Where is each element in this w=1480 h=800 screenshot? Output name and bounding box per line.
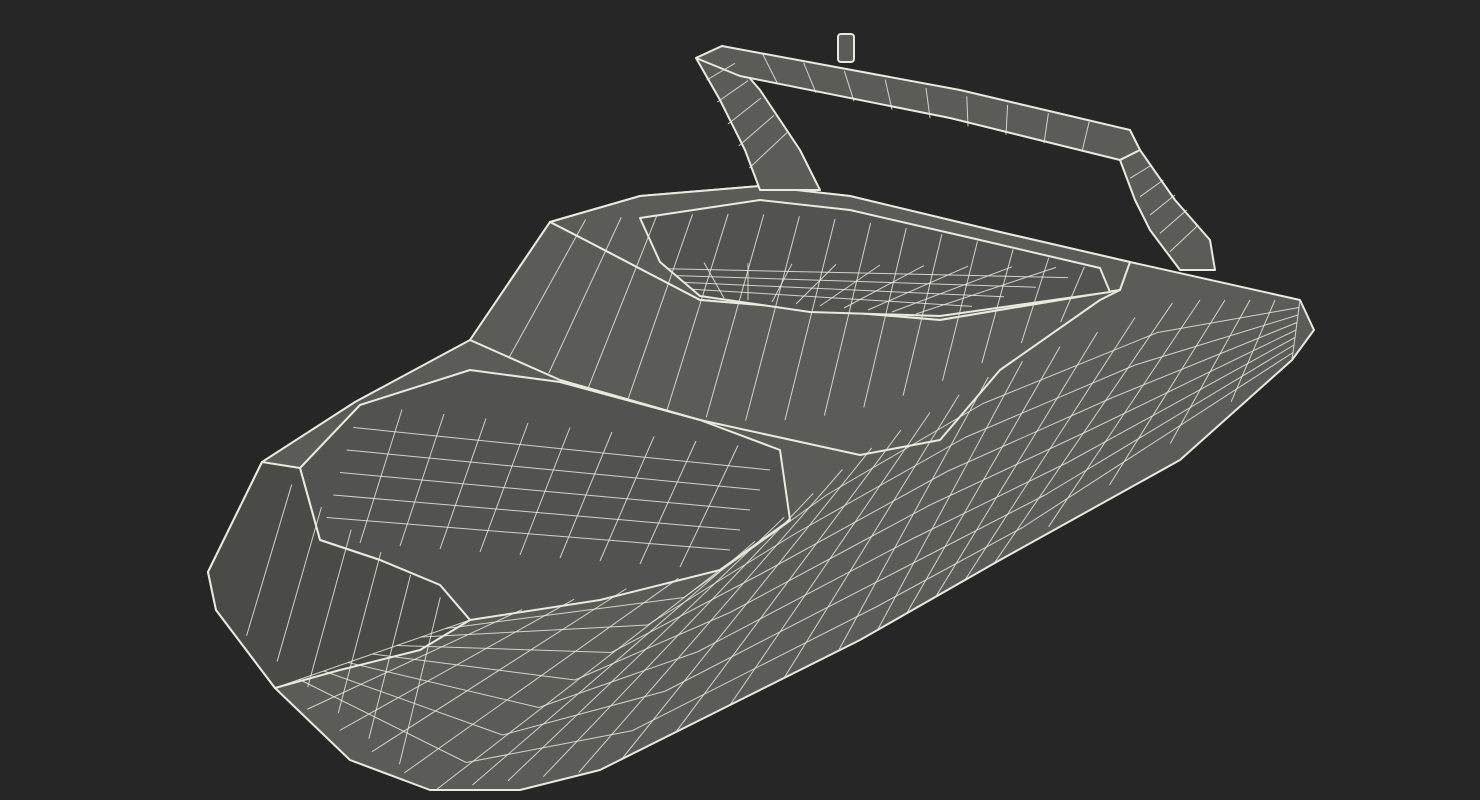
beacon-light [837,33,855,63]
render-viewport [0,0,1480,800]
wireframe-render [0,0,1480,800]
